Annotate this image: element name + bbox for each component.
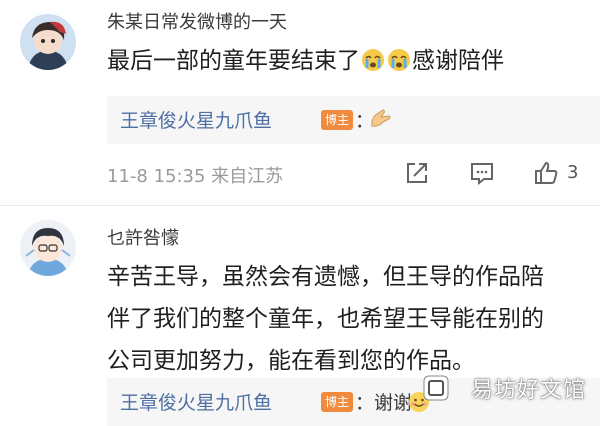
- avatar[interactable]: [20, 14, 76, 70]
- comment-text-part: 最后一部的童年要结束了: [107, 48, 360, 74]
- reply-text: ：谢谢: [355, 392, 413, 414]
- share-icon[interactable]: [404, 160, 430, 190]
- comment-text: 最后一部的童年要结束了 感谢陪伴: [107, 40, 504, 86]
- comment-text-line: 辛苦王导，虽然会有遗憾，但王导的作品陪: [107, 264, 544, 290]
- crying-emoji: [387, 44, 411, 86]
- comment-text-line: 伴了我们的整个童年，也希望王导能在别的: [107, 306, 544, 332]
- watermark-logo: [422, 374, 450, 406]
- like-icon[interactable]: [533, 160, 559, 190]
- comment-icon[interactable]: [469, 160, 495, 190]
- comment-item: 朱某日常发微博的一天 最后一部的童年要结束了 感谢陪伴 王章俊火星九爪鱼 博主 …: [0, 0, 600, 206]
- watermark: 易坊好文馆: [470, 378, 586, 403]
- avatar-image: [20, 14, 76, 70]
- username[interactable]: 朱某日常发微博的一天: [107, 8, 287, 34]
- like-count: 3: [567, 162, 579, 183]
- reply-author[interactable]: 王章俊火星九爪鱼: [120, 388, 272, 415]
- reply-author[interactable]: 王章俊火星九爪鱼: [120, 106, 272, 133]
- username[interactable]: 乜許咎懞: [107, 224, 179, 250]
- comment-text-part: 感谢陪伴: [412, 48, 504, 74]
- comment-text: 辛苦王导，虽然会有遗憾，但王导的作品陪 伴了我们的整个童年，也希望王导能在别的 …: [107, 256, 544, 382]
- comment-meta: 11-8 15:35 来自江苏: [107, 166, 284, 187]
- avatar-image: [20, 220, 76, 276]
- avatar[interactable]: [20, 220, 76, 276]
- blogger-badge: 博主: [321, 110, 354, 130]
- reply-box[interactable]: 王章俊火星九爪鱼 博主 ：: [107, 96, 600, 144]
- blogger-badge: 博主: [321, 392, 354, 412]
- crying-emoji: [361, 44, 385, 86]
- pray-emoji: [369, 108, 393, 134]
